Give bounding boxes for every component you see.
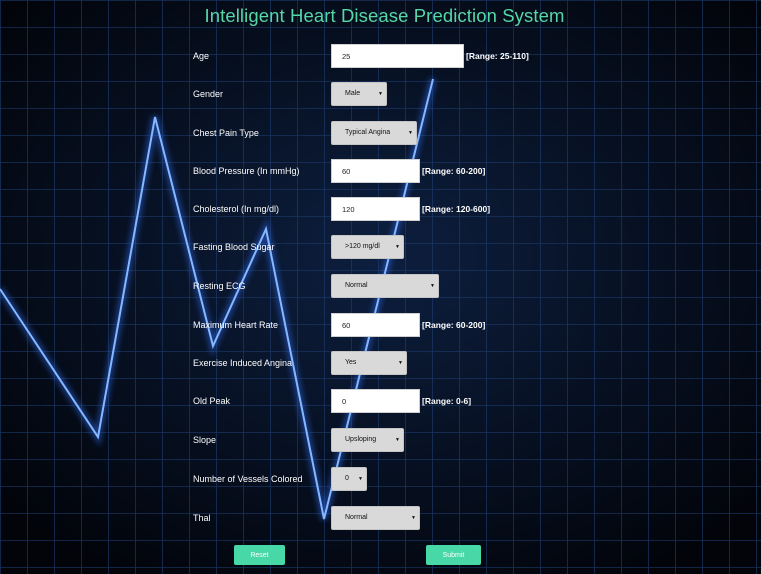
fasting-sugar-label: Fasting Blood Sugar [193, 242, 275, 252]
vessels-label: Number of Vessels Colored [193, 474, 303, 484]
cholesterol-range: [Range: 120-600] [422, 204, 491, 214]
field-exercise-angina: Exercise Induced Angina Yes ▼ [193, 351, 753, 375]
field-blood-pressure: Blood Pressure (In mmHg) [Range: 60-200] [193, 159, 753, 183]
chevron-down-icon: ▼ [408, 130, 413, 136]
field-vessels: Number of Vessels Colored 0 ▼ [193, 467, 753, 491]
field-max-heart-rate: Maximum Heart Rate [Range: 60-200] [193, 313, 753, 337]
chevron-down-icon: ▼ [395, 437, 400, 443]
chevron-down-icon: ▼ [398, 360, 403, 366]
resting-ecg-value: Normal [345, 282, 368, 289]
chevron-down-icon: ▼ [358, 476, 363, 482]
chevron-down-icon: ▼ [378, 91, 383, 97]
gender-select[interactable]: Male ▼ [331, 82, 387, 106]
reset-button[interactable]: Reset [234, 545, 285, 565]
old-peak-label: Old Peak [193, 396, 231, 406]
slope-value: Upsloping [345, 436, 377, 443]
chest-pain-value: Typical Angina [345, 129, 391, 136]
thal-label: Thal [193, 513, 211, 523]
chest-pain-select[interactable]: Typical Angina ▼ [331, 121, 417, 145]
exercise-angina-value: Yes [345, 359, 357, 366]
old-peak-input[interactable] [331, 389, 420, 413]
page-title: Intelligent Heart Disease Prediction Sys… [204, 5, 565, 26]
field-thal: Thal Normal ▼ [193, 506, 753, 530]
field-cholesterol: Cholesterol (In mg/dl) [Range: 120-600] [193, 197, 753, 221]
cholesterol-input[interactable] [331, 197, 420, 221]
vessels-value: 0 [345, 475, 349, 482]
field-age: Age [Range: 25-110] [193, 44, 753, 68]
max-heart-rate-input[interactable] [331, 313, 420, 337]
field-chest-pain: Chest Pain Type Typical Angina ▼ [193, 121, 753, 145]
gender-label: Gender [193, 89, 224, 99]
exercise-angina-select[interactable]: Yes ▼ [331, 351, 407, 375]
field-gender: Gender Male ▼ [193, 82, 753, 106]
submit-button[interactable]: Submit [426, 545, 481, 565]
chest-pain-label: Chest Pain Type [193, 128, 259, 138]
age-input[interactable] [331, 44, 464, 68]
fasting-sugar-select[interactable]: >120 mg/dl ▼ [331, 235, 404, 259]
thal-value: Normal [345, 514, 368, 521]
chevron-down-icon: ▼ [430, 283, 435, 289]
prediction-form: Intelligent Heart Disease Prediction Sys… [0, 0, 761, 574]
field-slope: Slope Upsloping ▼ [193, 428, 753, 452]
fasting-sugar-value: >120 mg/dl [345, 243, 380, 250]
cholesterol-label: Cholesterol (In mg/dl) [193, 204, 280, 214]
thal-select[interactable]: Normal ▼ [331, 506, 420, 530]
gender-value: Male [345, 90, 361, 97]
blood-pressure-label: Blood Pressure (In mmHg) [193, 166, 300, 176]
field-old-peak: Old Peak [Range: 0-6] [193, 389, 753, 413]
vessels-select[interactable]: 0 ▼ [331, 467, 367, 491]
slope-label: Slope [193, 435, 217, 445]
exercise-angina-label: Exercise Induced Angina [193, 358, 293, 368]
field-resting-ecg: Resting ECG Normal ▼ [193, 274, 753, 298]
chevron-down-icon: ▼ [395, 244, 400, 250]
max-heart-rate-label: Maximum Heart Rate [193, 320, 279, 330]
blood-pressure-input[interactable] [331, 159, 420, 183]
resting-ecg-label: Resting ECG [193, 281, 246, 291]
slope-select[interactable]: Upsloping ▼ [331, 428, 404, 452]
blood-pressure-range: [Range: 60-200] [422, 166, 486, 176]
old-peak-range: [Range: 0-6] [422, 396, 472, 406]
max-heart-rate-range: [Range: 60-200] [422, 320, 486, 330]
age-range: [Range: 25-110] [466, 51, 529, 61]
age-label: Age [193, 51, 210, 61]
chevron-down-icon: ▼ [411, 515, 416, 521]
resting-ecg-select[interactable]: Normal ▼ [331, 274, 439, 298]
field-fasting-sugar: Fasting Blood Sugar >120 mg/dl ▼ [193, 235, 753, 259]
